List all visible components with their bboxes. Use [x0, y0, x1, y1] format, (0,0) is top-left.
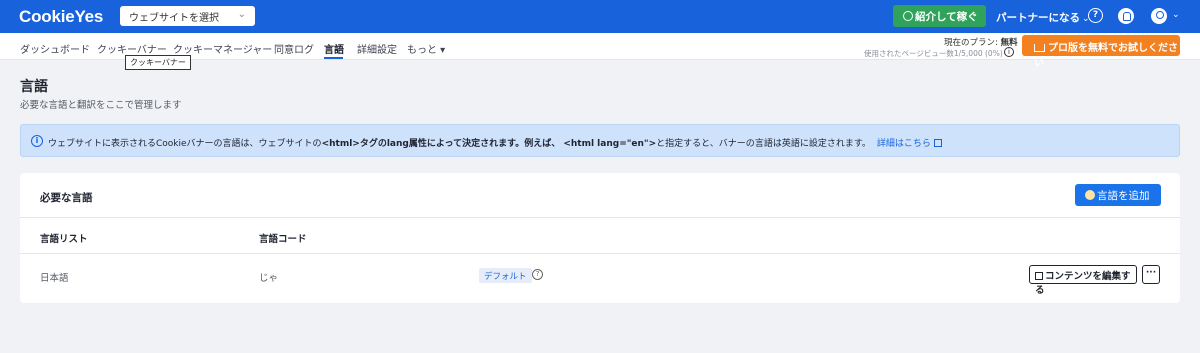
help-icon[interactable]: ?	[532, 269, 543, 280]
learn-more-link-label: 詳細はこちら	[876, 139, 931, 149]
referral-button[interactable]: 紹介して稼ぐ	[893, 5, 986, 27]
language-name: 日本語	[40, 273, 69, 284]
partner-menu[interactable]: パートナーになる ⌄	[996, 10, 1090, 25]
external-link-icon	[933, 139, 942, 147]
edit-icon	[1035, 272, 1043, 280]
divider	[20, 217, 1180, 218]
cookieyes-logo[interactable]: CookieYes	[19, 7, 103, 27]
top-bar: CookieYes ウェブサイトを選択 ⌄ 紹介して稼ぐ パートナーになる ⌄ ?…	[0, 0, 1200, 33]
nav-item-more[interactable]: もっと ▾	[407, 41, 445, 56]
languages-card: 必要な言語 言語を追加 言語リスト 言語コード 日本語 じゃ デフォルト ? コ…	[20, 173, 1180, 303]
plus-icon	[1085, 190, 1095, 200]
info-text-part-1: ウェブサイトに表示されるCookieバナーの言語は、ウェブサイトの	[48, 139, 322, 149]
nav-tooltip: クッキーバナー	[125, 55, 191, 70]
notification-bell-icon[interactable]	[1118, 8, 1134, 24]
crown-icon	[1034, 44, 1045, 52]
dollar-icon	[903, 11, 913, 21]
default-badge: デフォルト	[479, 268, 532, 283]
learn-more-link[interactable]: 詳細はこちら	[877, 139, 942, 149]
info-banner: i ウェブサイトに表示されるCookieバナーの言語は、ウェブサイトの<html…	[20, 124, 1180, 157]
pageview-usage: 使用されたページビュー数1/5,000 (0%)	[864, 49, 1003, 58]
nav-item-cookie-manager[interactable]: クッキーマネージャー	[173, 41, 272, 56]
active-tab-indicator	[324, 57, 343, 59]
nav-item-consent-log[interactable]: 同意ログ	[274, 41, 314, 56]
info-text-part-3: と指定すると、バナーの言語は英語に設定されます。	[656, 139, 871, 149]
user-avatar-icon[interactable]	[1151, 8, 1167, 24]
nav-item-languages[interactable]: 言語	[324, 41, 344, 56]
edit-content-button[interactable]: コンテンツを編集する	[1029, 265, 1137, 296]
nav-item-advanced-settings[interactable]: 詳細設定	[357, 41, 397, 56]
card-title: 必要な言語	[40, 192, 93, 204]
info-banner-text: ウェブサイトに表示されるCookieバナーの言語は、ウェブサイトの<html>タ…	[48, 136, 942, 149]
pro-trial-button[interactable]: プロ版を無料でお試しください	[1022, 35, 1180, 69]
column-header-language-list: 言語リスト	[40, 234, 88, 245]
page-subtitle: 必要な言語と翻訳をここで管理します	[20, 100, 182, 111]
info-icon[interactable]: i	[1004, 47, 1014, 57]
info-text-part-2: <html>タグのlang属性によって決定されます。例えば、 <html lan…	[321, 139, 657, 149]
info-icon: i	[31, 135, 43, 147]
language-code: じゃ	[259, 273, 279, 284]
chevron-down-icon: ⌄	[237, 9, 246, 20]
website-select[interactable]: ウェブサイトを選択 ⌄	[120, 6, 255, 26]
add-language-button[interactable]: 言語を追加	[1075, 184, 1161, 206]
website-select-value: ウェブサイトを選択	[129, 13, 219, 24]
current-plan: 現在のプラン: 無料	[944, 36, 1018, 48]
chevron-down-icon[interactable]: ⌄	[1172, 10, 1180, 20]
page-title: 言語	[20, 79, 48, 95]
add-language-button-label: 言語を追加	[1097, 190, 1150, 202]
current-plan-label: 現在のプラン:	[944, 38, 998, 48]
referral-button-label: 紹介して稼ぐ	[915, 11, 978, 23]
column-header-language-code: 言語コード	[259, 234, 307, 245]
divider	[20, 253, 1180, 254]
nav-item-dashboard[interactable]: ダッシュボード	[20, 41, 90, 56]
help-icon[interactable]: ?	[1088, 8, 1103, 23]
more-options-button[interactable]: ···	[1142, 265, 1160, 284]
nav-item-cookie-banner[interactable]: クッキーバナー	[97, 41, 167, 56]
partner-menu-label: パートナーになる	[996, 12, 1080, 24]
edit-content-button-label: コンテンツを編集する	[1035, 271, 1131, 296]
